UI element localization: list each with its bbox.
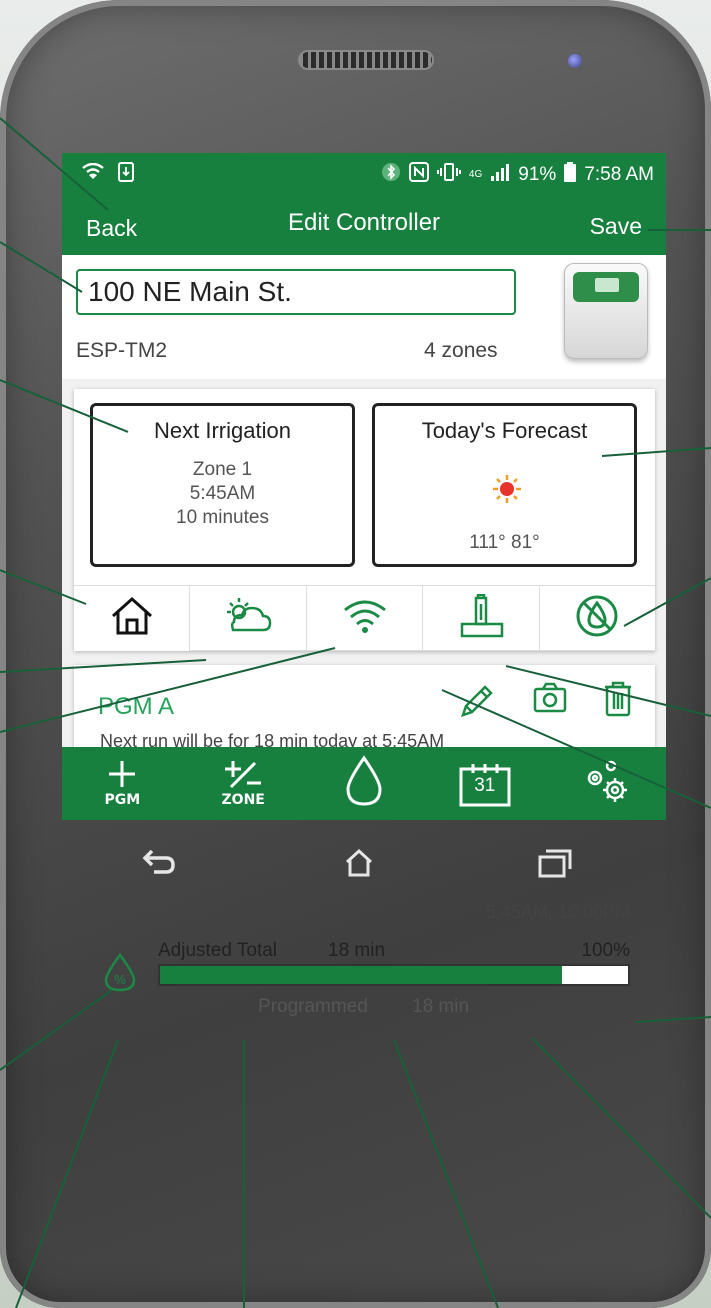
next-irrigation-title: Next Irrigation <box>154 418 291 443</box>
signal-icon <box>490 163 510 187</box>
runtime-progress-bar <box>158 964 630 986</box>
svg-text:%: % <box>114 972 126 987</box>
hw-home-icon[interactable] <box>344 848 374 886</box>
adjust-percent: 100% <box>581 940 630 961</box>
plus-minus-icon <box>223 759 263 794</box>
page-title: Edit Controller <box>287 209 441 236</box>
water-adjust-icon[interactable]: % <box>102 952 138 997</box>
program-name[interactable]: PGM A <box>98 693 174 721</box>
tab-rain-delay[interactable] <box>539 586 656 651</box>
plus-icon <box>107 759 137 794</box>
controller-model: ESP-TM2 <box>76 339 168 362</box>
phone-frame: 4G 91% 7:58 AM Back Edit Controller Save <box>0 0 711 1308</box>
forecast-title: Today's Forecast <box>421 418 588 443</box>
tab-home[interactable] <box>74 586 191 651</box>
home-icon <box>110 596 154 641</box>
programmed-label: Programmed <box>258 996 368 1017</box>
controller-icon <box>458 593 504 643</box>
runtime-progress-fill <box>160 966 563 984</box>
calendar-day: 31 <box>474 774 496 796</box>
calendar-icon: 31 <box>455 761 515 807</box>
gears-icon <box>581 756 631 811</box>
edit-pencil-icon[interactable] <box>457 681 497 726</box>
status-card: Next Irrigation Zone 1 5:45AM 10 minutes… <box>74 389 656 651</box>
bottom-toolbar: PGM ZONE 31 <box>62 747 666 820</box>
controller-name-input[interactable] <box>76 269 516 315</box>
next-irrigation-duration: 10 minutes <box>176 507 269 528</box>
weather-icon <box>223 596 273 641</box>
front-camera <box>568 54 582 68</box>
camera-icon[interactable] <box>533 681 567 726</box>
hw-back-icon[interactable] <box>142 848 176 884</box>
app-screen: 4G 91% 7:58 AM Back Edit Controller Save <box>62 153 666 820</box>
tab-weather[interactable] <box>190 586 307 651</box>
next-irrigation-box[interactable]: Next Irrigation Zone 1 5:45AM 10 minutes <box>90 403 355 567</box>
bluetooth-icon <box>381 162 401 188</box>
settings-button[interactable] <box>545 747 666 820</box>
hw-recents-icon[interactable] <box>538 848 572 886</box>
controller-header: ESP-TM2 4 zones <box>62 255 666 379</box>
title-row: Back Edit Controller Save <box>62 205 666 249</box>
next-irrigation-zone: Zone 1 <box>192 459 253 480</box>
trash-icon[interactable] <box>603 681 633 726</box>
programmed-value: 18 min <box>412 996 470 1017</box>
speaker-grille <box>298 50 434 70</box>
battery-percent: 91% <box>518 164 557 185</box>
wifi-status-icon <box>82 162 104 187</box>
battery-icon <box>564 162 577 188</box>
next-irrigation-time: 5:45AM <box>189 483 256 504</box>
hardware-nav-keys <box>62 830 666 910</box>
zone-count: 4 zones <box>424 339 498 362</box>
nfc-icon <box>408 162 429 188</box>
rain-delay-icon <box>575 594 619 643</box>
save-button[interactable]: Save <box>590 213 642 240</box>
program-details: Mo/We/Fr/Su 5:45AM, 10:00PM % Adjusted T… <box>74 900 655 994</box>
add-program-button[interactable]: PGM <box>62 747 183 820</box>
info-tabs <box>74 585 656 651</box>
network-type-icon: 4G <box>468 169 483 180</box>
tab-wifi[interactable] <box>306 586 424 651</box>
clock: 7:58 AM <box>584 164 654 185</box>
zone-label: ZONE <box>221 792 265 808</box>
sun-icon <box>492 474 522 504</box>
adjusted-total-label: Adjusted Total <box>158 940 278 961</box>
forecast-box[interactable]: Today's Forecast 111° 81° <box>372 403 637 567</box>
forecast-temps: 111° 81° <box>469 532 540 553</box>
wifi-icon <box>342 598 388 639</box>
add-remove-zone-button[interactable]: ZONE <box>183 747 304 820</box>
add-program-label: PGM <box>104 792 141 808</box>
status-bar: 4G 91% 7:58 AM <box>62 153 666 193</box>
calendar-button[interactable]: 31 <box>424 747 545 820</box>
controller-image[interactable] <box>564 263 648 359</box>
tab-controller[interactable] <box>423 586 540 651</box>
manual-water-button[interactable] <box>304 747 425 820</box>
water-drop-icon <box>344 755 384 812</box>
adjusted-total-value: 18 min <box>328 940 386 961</box>
top-bar: 4G 91% 7:58 AM Back Edit Controller Save <box>62 153 666 255</box>
vibrate-icon <box>436 162 461 188</box>
download-status-icon <box>118 162 134 188</box>
